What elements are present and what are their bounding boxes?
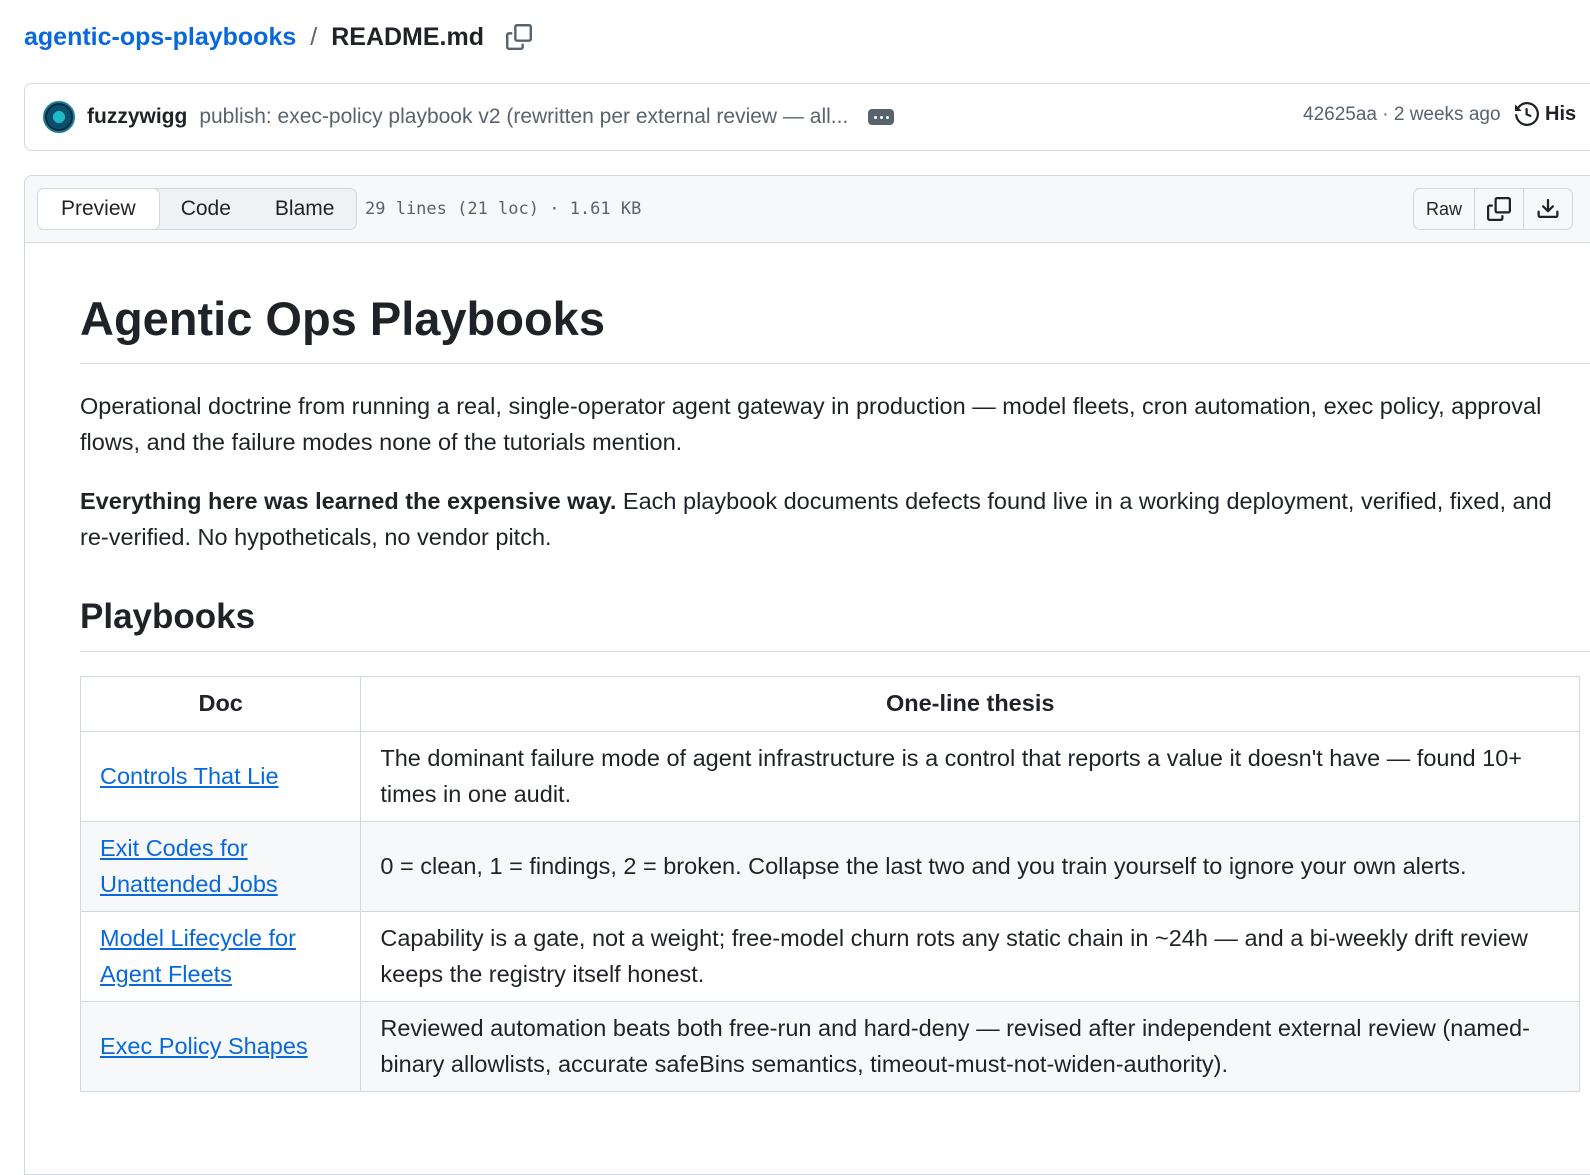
readme-lead: Everything here was learned the expensiv… xyxy=(80,484,1580,555)
copy-icon xyxy=(1487,197,1512,221)
download-icon xyxy=(1537,198,1559,218)
breadcrumb: agentic-ops-playbooks / README.md xyxy=(24,18,533,56)
doc-cell: Model Lifecycle for Agent Fleets xyxy=(79,911,362,1002)
thesis-cell: Capability is a gate, not a weight; free… xyxy=(360,911,1580,1002)
commit-author[interactable]: fuzzywigg xyxy=(87,105,187,129)
column-header-doc: Doc xyxy=(79,676,362,732)
history-icon xyxy=(1515,102,1539,126)
history-button[interactable]: His xyxy=(1515,102,1576,126)
history-label: His xyxy=(1545,102,1577,125)
dot-icon xyxy=(879,115,883,119)
author-avatar[interactable] xyxy=(43,101,75,133)
commit-message[interactable]: publish: exec-policy playbook v2 (rewrit… xyxy=(199,105,848,129)
file-panel: Preview Code Blame 29 lines (21 loc) · 1… xyxy=(24,175,1590,1175)
copy-raw-button[interactable] xyxy=(1474,189,1523,229)
thesis-cell: 0 = clean, 1 = findings, 2 = broken. Col… xyxy=(360,821,1580,912)
readme-body: Agentic Ops Playbooks Operational doctri… xyxy=(79,291,1590,1092)
doc-link-exit-codes[interactable]: Exit Codes for Unattended Jobs xyxy=(100,835,278,897)
tab-blame[interactable]: Blame xyxy=(253,189,357,229)
table-row: Model Lifecycle for Agent Fleets Capabil… xyxy=(79,911,1580,1002)
doc-cell: Exec Policy Shapes xyxy=(79,1001,362,1092)
table-row: Controls That Lie The dominant failure m… xyxy=(79,731,1580,822)
doc-link-controls-that-lie[interactable]: Controls That Lie xyxy=(100,763,279,789)
doc-link-exec-policy-shapes[interactable]: Exec Policy Shapes xyxy=(100,1033,308,1059)
table-row: Exit Codes for Unattended Jobs 0 = clean… xyxy=(79,821,1580,912)
expand-commit-message-button[interactable] xyxy=(868,109,895,125)
tab-code[interactable]: Code xyxy=(159,189,253,229)
thesis-cell: The dominant failure mode of agent infra… xyxy=(360,731,1580,822)
repo-link[interactable]: agentic-ops-playbooks xyxy=(24,23,296,52)
dot-icon xyxy=(885,115,889,119)
dot-icon xyxy=(873,115,877,119)
thesis-cell: Reviewed automation beats both free-run … xyxy=(360,1001,1580,1092)
commit-sha-time[interactable]: 42625aa · 2 weeks ago xyxy=(1303,104,1501,126)
tab-preview[interactable]: Preview xyxy=(37,188,160,230)
readme-intro: Operational doctrine from running a real… xyxy=(80,393,1542,455)
view-mode-toggle: Preview Code Blame xyxy=(37,188,358,230)
file-meta: 29 lines (21 loc) · 1.61 KB xyxy=(365,199,642,219)
latest-commit-bar: fuzzywigg publish: exec-policy playbook … xyxy=(24,83,1590,151)
file-header: Preview Code Blame 29 lines (21 loc) · 1… xyxy=(25,176,1590,243)
raw-button[interactable]: Raw xyxy=(1414,189,1474,229)
readme-lead-bold: Everything here was learned the expensiv… xyxy=(80,488,617,514)
table-row: Exec Policy Shapes Reviewed automation b… xyxy=(79,1001,1580,1092)
copy-icon xyxy=(506,24,533,50)
column-header-thesis: One-line thesis xyxy=(360,676,1580,732)
table-header-row: Doc One-line thesis xyxy=(79,676,1580,732)
download-button[interactable] xyxy=(1523,189,1572,229)
readme-title: Agentic Ops Playbooks xyxy=(80,291,1590,364)
doc-cell: Controls That Lie xyxy=(79,731,362,822)
breadcrumb-separator: / xyxy=(310,22,318,51)
section-title-playbooks: Playbooks xyxy=(80,595,1590,652)
playbooks-table: Doc One-line thesis Controls That Lie Th… xyxy=(79,676,1580,1092)
file-actions: Raw xyxy=(1413,188,1574,230)
doc-link-model-lifecycle[interactable]: Model Lifecycle for Agent Fleets xyxy=(100,925,296,987)
copy-path-button[interactable] xyxy=(506,24,533,50)
file-name: README.md xyxy=(331,22,485,51)
doc-cell: Exit Codes for Unattended Jobs xyxy=(79,821,362,912)
